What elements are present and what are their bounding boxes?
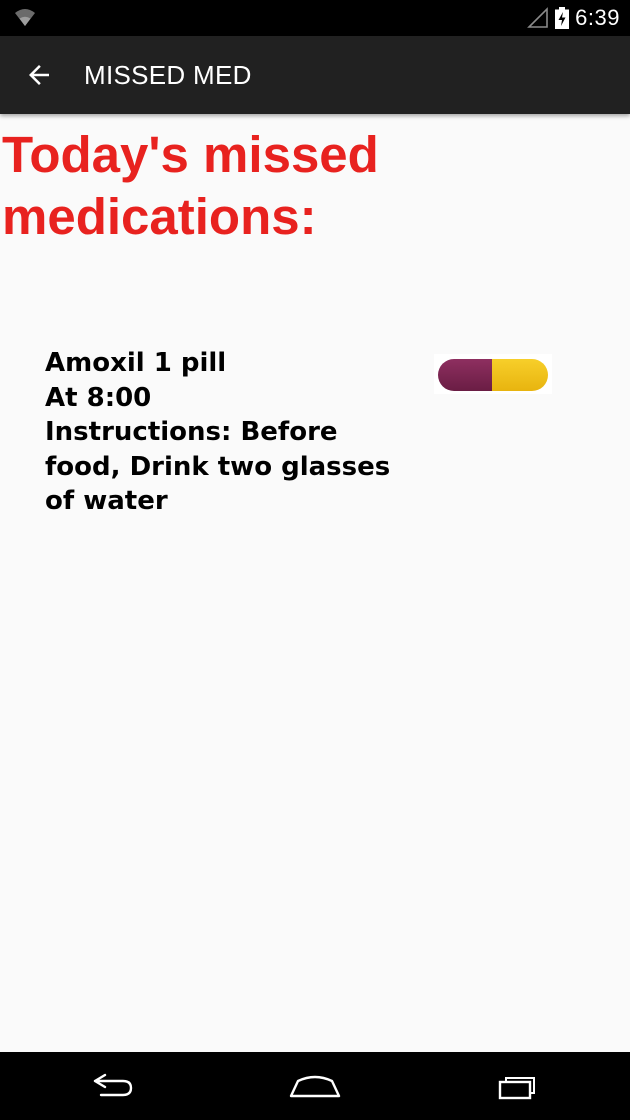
nav-home-icon	[289, 1075, 341, 1098]
navigation-bar	[0, 1052, 630, 1120]
arrow-back-icon	[29, 65, 49, 85]
medication-details: Amoxil 1 pill At 8:00 Instructions: Befo…	[45, 346, 395, 519]
nav-back-button[interactable]	[82, 1064, 142, 1108]
medication-time: At 8:00	[45, 382, 152, 413]
capsule-image	[434, 354, 552, 394]
status-right: 6:39	[527, 5, 620, 31]
nav-back-icon	[93, 1073, 133, 1097]
app-bar-title: MISSED MED	[84, 60, 252, 90]
nav-home-button[interactable]	[285, 1064, 345, 1108]
medication-name-dose: Amoxil 1 pill	[45, 348, 227, 378]
back-button[interactable]	[22, 58, 56, 92]
capsule-icon	[438, 359, 548, 391]
page-title: Today's missed medications:	[2, 126, 379, 245]
medication-instructions: Instructions: Before food, Drink two gla…	[45, 417, 391, 516]
nav-recents-icon	[498, 1077, 535, 1100]
wifi-icon	[15, 9, 35, 26]
status-time: 6:39	[575, 5, 620, 30]
missed-med-screen: 6:39 MISSED MED Today's missed medicatio…	[0, 0, 630, 1120]
signal-icon	[527, 7, 548, 28]
status-bar: 6:39	[0, 0, 630, 36]
missed-medication-item[interactable]: Amoxil 1 pill At 8:00 Instructions: Befo…	[45, 346, 585, 526]
nav-recents-button[interactable]	[489, 1064, 549, 1108]
app-bar: MISSED MED	[0, 36, 630, 114]
battery-charging-icon	[555, 7, 570, 29]
